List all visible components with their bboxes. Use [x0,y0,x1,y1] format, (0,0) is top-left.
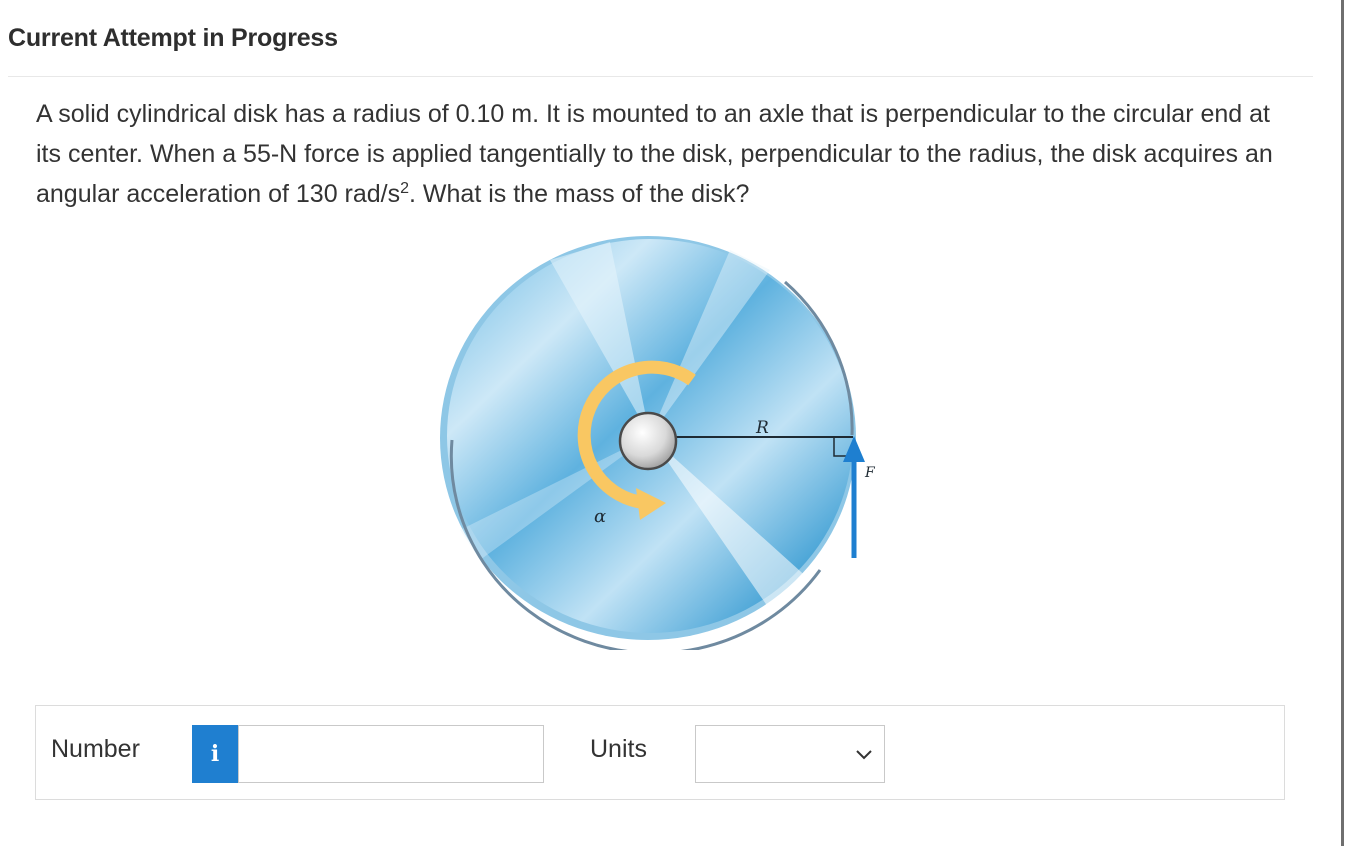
disk-diagram: R F α [440,236,876,655]
force-label: F [864,465,876,481]
units-label: Units [590,735,647,763]
page-title: Current Attempt in Progress [8,24,338,52]
answer-row: Number i Units [35,705,1285,800]
disk-figure: R F α [440,230,890,655]
axle [618,411,678,471]
question-exponent: 2 [400,180,410,197]
question-text: A solid cylindrical disk has a radius of… [36,94,1286,214]
units-select[interactable] [695,725,885,783]
info-icon[interactable]: i [192,725,238,783]
scrollbar-edge [1341,0,1344,846]
attempt-header: Current Attempt in Progress [8,18,1313,77]
question-page: Current Attempt in Progress A solid cyli… [0,0,1314,846]
chevron-down-icon [856,750,872,760]
alpha-label: α [594,506,606,527]
question-tail: . What is the mass of the disk? [409,180,750,208]
radius-label: R [755,418,769,438]
number-input[interactable] [238,725,544,783]
number-label: Number [51,735,140,763]
